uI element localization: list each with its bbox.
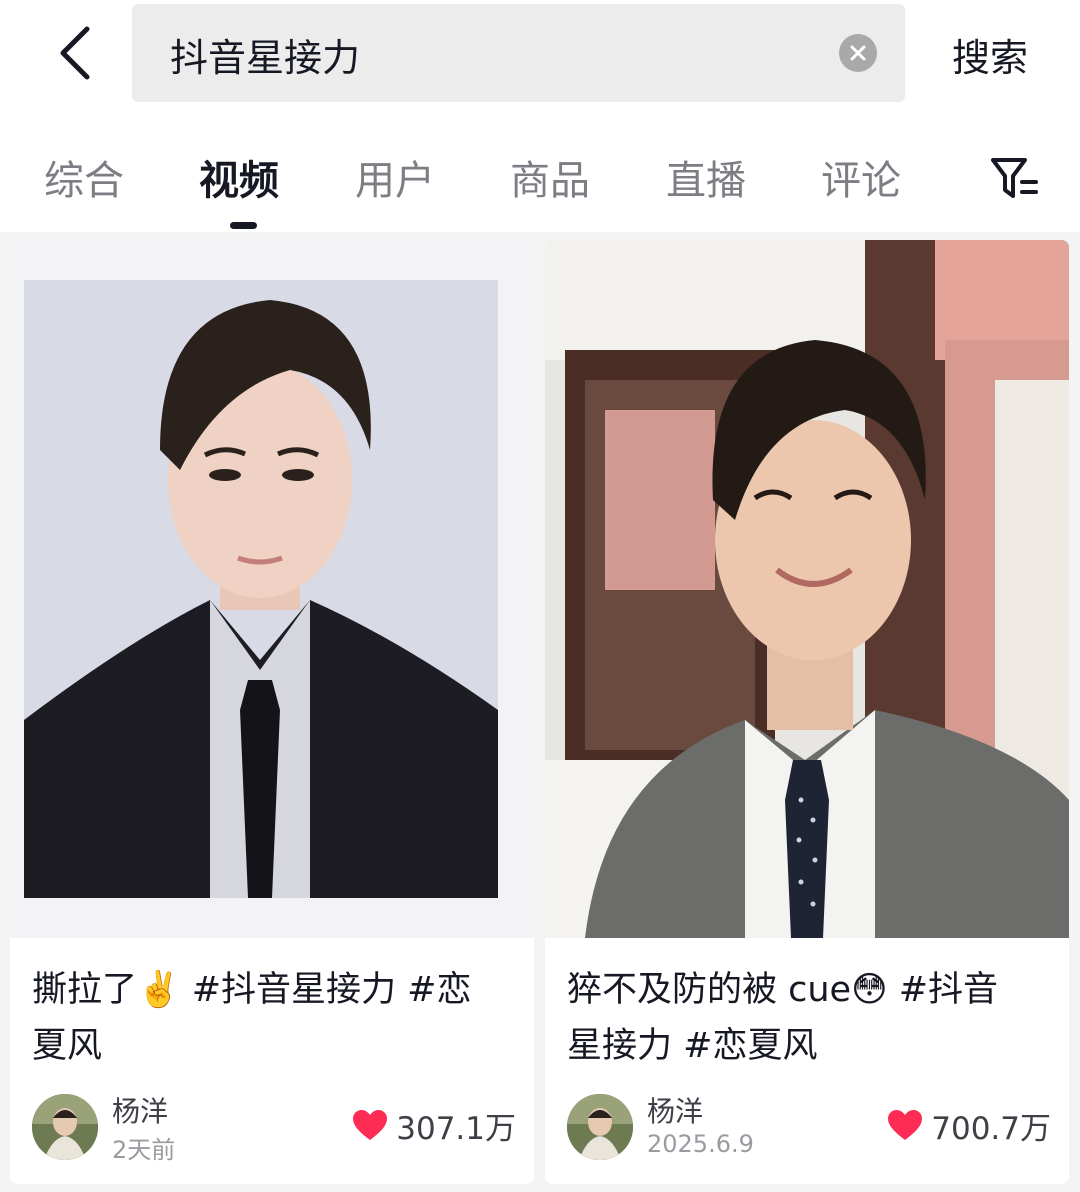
- post-time: 2025.6.9: [647, 1130, 754, 1158]
- search-input[interactable]: [170, 26, 810, 82]
- tab-live[interactable]: 直播: [666, 148, 746, 206]
- heart-icon: [888, 1110, 923, 1140]
- caption-line: 夏风: [32, 1026, 103, 1066]
- search-header: 搜索: [0, 0, 1080, 110]
- tab-comments[interactable]: 评论: [821, 148, 901, 206]
- tab-products[interactable]: 商品: [510, 148, 590, 206]
- video-thumbnail[interactable]: [545, 240, 1069, 938]
- video-thumbnail[interactable]: [10, 240, 534, 938]
- author-name[interactable]: 杨洋: [647, 1090, 703, 1130]
- chevron-left-icon: [60, 26, 90, 80]
- back-button[interactable]: [40, 18, 110, 88]
- video-card[interactable]: 撕拉了✌️ #抖音星接力 #恋 夏风 杨洋 2天前 307.1万: [10, 240, 534, 1184]
- tab-comprehensive[interactable]: 综合: [44, 148, 124, 206]
- like-count[interactable]: 700.7万: [887, 1100, 1051, 1150]
- search-box[interactable]: [132, 4, 905, 102]
- author-name[interactable]: 杨洋: [112, 1090, 168, 1130]
- search-result-tabs: 综合 视频 用户 商品 直播 评论: [0, 118, 1080, 230]
- close-icon: [850, 45, 866, 61]
- video-caption: 猝不及防的被 cue😳 #抖音 星接力 #恋夏风: [567, 962, 1051, 1074]
- like-count[interactable]: 307.1万: [352, 1100, 516, 1150]
- like-count-text: 307.1万: [396, 1110, 516, 1147]
- author-row: 杨洋 2025.6.9 700.7万: [567, 1090, 1051, 1160]
- tab-videos[interactable]: 视频: [199, 148, 279, 206]
- search-submit-button[interactable]: 搜索: [935, 24, 1045, 84]
- caption-line: 撕拉了✌️ #抖音星接力 #恋: [32, 970, 472, 1010]
- active-tab-indicator: [230, 222, 257, 229]
- avatar[interactable]: [567, 1094, 633, 1160]
- filter-button[interactable]: [988, 152, 1042, 206]
- post-time: 2天前: [112, 1136, 176, 1164]
- tab-users[interactable]: 用户: [355, 148, 435, 206]
- like-count-text: 700.7万: [931, 1110, 1051, 1147]
- avatar[interactable]: [32, 1094, 98, 1160]
- caption-line: 猝不及防的被 cue😳 #抖音: [567, 970, 999, 1010]
- filter-icon: [991, 158, 1038, 198]
- video-caption: 撕拉了✌️ #抖音星接力 #恋 夏风: [32, 962, 516, 1074]
- caption-line: 星接力 #恋夏风: [567, 1026, 818, 1066]
- author-row: 杨洋 2天前 307.1万: [32, 1090, 516, 1164]
- clear-search-button[interactable]: [839, 34, 877, 72]
- video-card[interactable]: 猝不及防的被 cue😳 #抖音 星接力 #恋夏风 杨洋 2025.6.9 700…: [545, 240, 1069, 1184]
- heart-icon: [353, 1110, 388, 1140]
